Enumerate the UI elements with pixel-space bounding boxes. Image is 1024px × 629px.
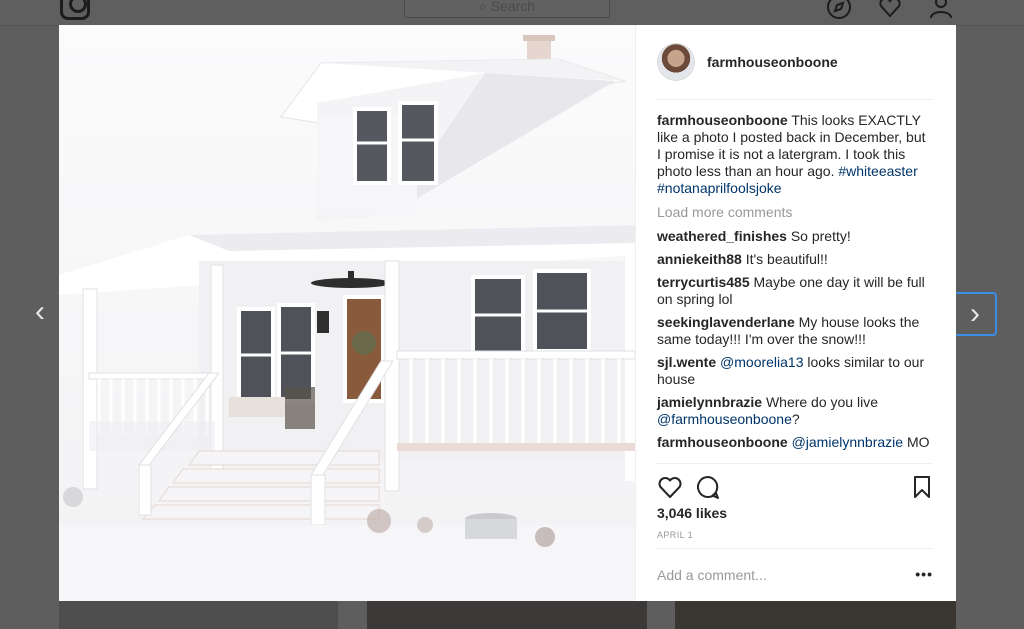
- list-item: sjl.wente @moorelia13 looks similar to o…: [657, 354, 933, 388]
- instagram-logo-icon[interactable]: [60, 0, 90, 20]
- post-date[interactable]: APRIL 1: [657, 530, 693, 540]
- like-heart-icon[interactable]: [657, 474, 683, 500]
- grid-thumbnail[interactable]: [675, 601, 956, 629]
- chevron-left-icon: ‹: [35, 295, 45, 328]
- list-item: anniekeith88 It's beautiful!!: [657, 251, 933, 268]
- comment-username[interactable]: terrycurtis485: [657, 274, 750, 290]
- mention-link[interactable]: @farmhouseonboone: [657, 411, 792, 427]
- comment-username[interactable]: anniekeith88: [657, 251, 742, 267]
- more-options-icon[interactable]: •••: [915, 566, 933, 582]
- farmhouse-photo: [59, 25, 635, 601]
- comment-text: So pretty!: [790, 228, 851, 244]
- search-placeholder: Search: [490, 0, 536, 14]
- hashtag-link[interactable]: #notanaprilfoolsjoke: [657, 180, 782, 196]
- list-item: weathered_finishes So pretty!: [657, 228, 933, 245]
- post-modal: farmhouseonboone farmhouseonboone This l…: [59, 25, 956, 601]
- likes-count[interactable]: 3,046 likes: [657, 505, 727, 521]
- top-navbar: ⌕ Search: [0, 0, 1024, 26]
- post-header: farmhouseonboone: [657, 25, 933, 100]
- comment-username[interactable]: seekinglavenderlane: [657, 314, 795, 330]
- post-sidebar: farmhouseonboone farmhouseonboone This l…: [635, 25, 956, 601]
- compass-icon[interactable]: [826, 0, 852, 20]
- post-username[interactable]: farmhouseonboone: [707, 54, 838, 70]
- load-more-comments-button[interactable]: Load more comments: [657, 204, 933, 221]
- list-item: seekinglavenderlane My house looks the s…: [657, 314, 933, 348]
- comment-username[interactable]: weathered_finishes: [657, 228, 787, 244]
- list-item: terrycurtis485 Maybe one day it will be …: [657, 274, 933, 308]
- list-item: jamielynnbrazie Where do you live @farmh…: [657, 394, 933, 428]
- comment-text: MO: [906, 434, 930, 450]
- search-input[interactable]: ⌕ Search: [404, 0, 610, 18]
- caption-username[interactable]: farmhouseonboone: [657, 112, 788, 128]
- comment-username[interactable]: farmhouseonboone: [657, 434, 788, 450]
- previous-post-button[interactable]: ‹: [18, 292, 62, 336]
- avatar[interactable]: [657, 43, 695, 81]
- profile-icon[interactable]: [928, 0, 954, 20]
- add-comment-section: •••: [657, 548, 933, 601]
- heart-icon[interactable]: [877, 0, 903, 20]
- post-photo[interactable]: [59, 25, 635, 601]
- next-post-button[interactable]: ›: [953, 292, 997, 336]
- mention-link[interactable]: @jamielynnbrazie: [792, 434, 903, 450]
- comment-username[interactable]: sjl.wente: [657, 354, 716, 370]
- comment-bubble-icon[interactable]: [695, 474, 721, 500]
- comment-text: It's beautiful!!: [745, 251, 828, 267]
- grid-thumbnail[interactable]: [367, 601, 647, 629]
- comment-text-suffix: ?: [791, 411, 800, 427]
- comment-input[interactable]: [657, 567, 897, 583]
- post-caption: farmhouseonboone This looks EXACTLY like…: [657, 112, 933, 197]
- bookmark-icon[interactable]: [909, 474, 935, 500]
- list-item: farmhouseonboone @jamielynnbrazie MO: [657, 434, 933, 451]
- mention-link[interactable]: @moorelia13: [720, 354, 803, 370]
- chevron-right-icon: ›: [970, 297, 980, 330]
- comments-list: farmhouseonboone This looks EXACTLY like…: [657, 100, 933, 451]
- grid-thumbnail[interactable]: [59, 601, 338, 629]
- comment-username[interactable]: jamielynnbrazie: [657, 394, 762, 410]
- post-actions: [657, 463, 933, 505]
- hashtag-link[interactable]: #whiteeaster: [838, 163, 917, 179]
- comment-text: Where do you live: [765, 394, 878, 410]
